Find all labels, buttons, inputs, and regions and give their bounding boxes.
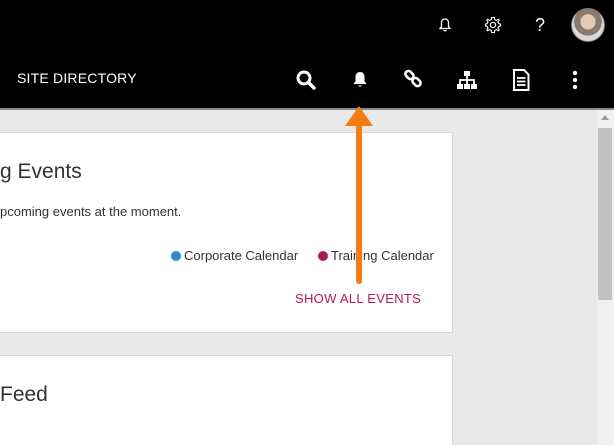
legend-item-training-calendar[interactable]: Training Calendar (318, 248, 434, 263)
training-calendar-dot (318, 250, 328, 261)
events-empty-message: pcoming events at the moment. (0, 204, 182, 219)
sitemap-icon[interactable] (452, 66, 482, 94)
scroll-up-arrow-icon[interactable] (601, 115, 609, 120)
more-vertical-icon[interactable] (560, 66, 590, 94)
corporate-calendar-dot (171, 250, 181, 261)
legend-item-corporate-calendar[interactable]: Corporate Calendar (171, 248, 298, 263)
legend-label: Training Calendar (331, 248, 434, 263)
legend-label: Corporate Calendar (184, 248, 299, 263)
top-bar (0, 0, 614, 50)
search-icon[interactable] (291, 66, 321, 94)
feed-card-title: Feed (0, 383, 48, 406)
help-glyph: ? (534, 14, 545, 35)
gear-icon[interactable] (479, 11, 507, 39)
events-card-title: g Events (0, 160, 82, 183)
feed-card (0, 355, 453, 445)
show-all-events-link[interactable]: SHOW ALL EVENTS (295, 291, 421, 306)
nav-divider (0, 108, 614, 110)
bell-icon[interactable] (345, 66, 375, 94)
bell-outline-icon[interactable] (431, 11, 459, 39)
annotation-arrow-head (345, 106, 373, 126)
user-avatar[interactable] (571, 8, 605, 42)
annotation-arrow-shaft (356, 122, 362, 284)
link-icon[interactable] (398, 66, 428, 94)
scrollbar-thumb[interactable] (598, 128, 612, 300)
site-directory-link[interactable]: SITE DIRECTORY (17, 70, 137, 86)
document-icon[interactable] (506, 66, 536, 94)
help-icon[interactable]: ? (526, 11, 554, 39)
